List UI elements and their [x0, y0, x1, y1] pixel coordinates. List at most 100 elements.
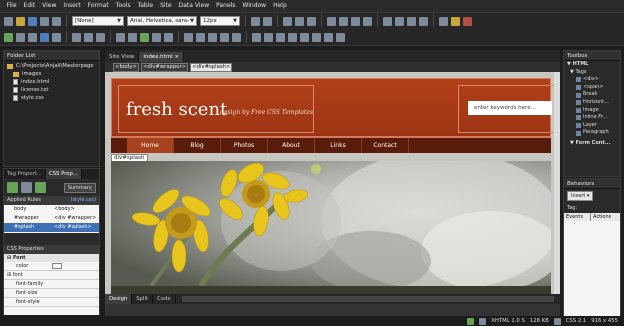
wrap-left-icon[interactable] [300, 32, 309, 42]
toolbox-item-image[interactable]: Image [564, 107, 620, 115]
size-select[interactable]: 12px ▼ [200, 16, 240, 26]
tree-item-images[interactable]: images [7, 70, 96, 78]
spelling-icon[interactable] [116, 32, 125, 42]
show-categorized-icon[interactable] [7, 182, 18, 193]
insert-table-icon[interactable] [16, 32, 25, 42]
doctype-status[interactable]: XHTML 1.0 S [491, 318, 525, 324]
italic-icon[interactable] [295, 16, 304, 26]
cut-icon[interactable] [72, 32, 81, 42]
horizontal-scrollbar[interactable] [181, 296, 554, 302]
nav-home[interactable]: Home [127, 138, 174, 153]
tab-index-html[interactable]: index.html × [139, 52, 185, 62]
color-swatch[interactable] [52, 263, 62, 269]
toolbox-subgroup-tags[interactable]: ▼ Tags [564, 69, 620, 77]
page-size-status[interactable]: 916 x 455 [591, 318, 618, 324]
publish-icon[interactable] [4, 32, 13, 42]
tab-site-view[interactable]: Site View [105, 52, 140, 62]
rule-row[interactable]: #wrapper <div #wrapper> [4, 214, 99, 223]
rule-row-selected[interactable]: #splash <div #splash> [4, 223, 99, 232]
events-column-header[interactable]: Events [564, 213, 591, 221]
browser-icon[interactable] [553, 317, 561, 325]
nav-links[interactable]: Links [315, 138, 362, 153]
refresh-icon[interactable] [140, 32, 149, 42]
nav-blog[interactable]: Blog [174, 138, 221, 153]
show-alphabetical-icon[interactable] [21, 182, 32, 193]
root-folder[interactable]: C:\Projects\Anjali\Masterpage [7, 62, 96, 70]
insert-image-icon[interactable] [40, 32, 49, 42]
vertical-scrollbar[interactable] [554, 72, 560, 294]
send-backward-icon[interactable] [288, 32, 297, 42]
code-view-button[interactable]: Code [153, 294, 176, 304]
menu-help[interactable]: Help [270, 0, 291, 12]
show-set-properties-icon[interactable] [35, 182, 46, 193]
toolbox-item-break[interactable]: Break [564, 91, 620, 99]
underline-icon[interactable] [307, 16, 316, 26]
menu-file[interactable]: File [3, 0, 20, 12]
property-row[interactable]: font-size [4, 289, 99, 298]
font-select[interactable]: Arial, Helvetica, sans-seri▼ [127, 16, 197, 33]
property-row[interactable]: font-family [4, 280, 99, 289]
menu-view[interactable]: View [39, 0, 60, 12]
design-view-button[interactable]: Design [105, 294, 133, 304]
table-split-cells-icon[interactable] [220, 32, 229, 42]
menu-panels[interactable]: Panels [213, 0, 239, 12]
paste-icon[interactable] [96, 32, 105, 42]
align-center-icon[interactable] [339, 16, 348, 26]
tag-div-splash[interactable]: <div#splash> [190, 62, 233, 72]
layer-icon[interactable] [252, 32, 261, 42]
close-icon[interactable]: × [174, 54, 179, 60]
toolbox-item-layer[interactable]: Layer [564, 122, 620, 130]
toolbox-item-inline-frame[interactable]: Inline Fr... [564, 114, 620, 122]
property-row[interactable]: font-style [4, 298, 99, 307]
stylesheet-link[interactable]: (style.css) [71, 196, 96, 205]
table-insert-row-icon[interactable] [184, 32, 193, 42]
property-row[interactable]: ⊞ font [4, 271, 99, 280]
menu-format[interactable]: Format [84, 0, 112, 12]
preview-icon[interactable] [52, 16, 61, 26]
nav-about[interactable]: About [268, 138, 315, 153]
print-icon[interactable] [40, 16, 49, 26]
menu-tools[interactable]: Tools [112, 0, 134, 12]
menu-edit[interactable]: Edit [20, 0, 39, 12]
search-input[interactable]: enter keywords here... [468, 101, 552, 115]
insert-layer-icon[interactable] [28, 32, 37, 42]
design-view[interactable]: fresh scent design by Free CSS Templates… [105, 72, 560, 294]
toolbox-item-horizontal-line[interactable]: Horizont... [564, 99, 620, 107]
rule-row[interactable]: body <body> [4, 205, 99, 214]
table-merge-cells-icon[interactable] [208, 32, 217, 42]
menu-window[interactable]: Window [239, 0, 270, 12]
indent-icon[interactable] [419, 16, 428, 26]
css-level-status[interactable]: CSS 2.1 [566, 318, 587, 324]
align-left-icon[interactable] [327, 16, 336, 26]
highlight-icon[interactable] [451, 16, 460, 26]
tag-body[interactable]: <body> [113, 62, 139, 72]
table-insert-column-icon[interactable] [196, 32, 205, 42]
tree-item-license[interactable]: license.txt [7, 86, 96, 94]
property-row[interactable]: color [4, 262, 99, 271]
rotate-icon[interactable] [336, 32, 345, 42]
nav-photos[interactable]: Photos [221, 138, 268, 153]
bold-icon[interactable] [283, 16, 292, 26]
summary-button[interactable]: Summary [63, 182, 96, 193]
undo-icon[interactable] [251, 16, 260, 26]
bullet-list-icon[interactable] [395, 16, 404, 26]
show-code-icon[interactable] [152, 32, 161, 42]
tree-item-style[interactable]: style.css [7, 94, 96, 102]
toolbox-item-span[interactable]: <span> [564, 84, 620, 92]
show-design-icon[interactable] [164, 32, 173, 42]
tab-tag-properties[interactable]: Tag Propert... [4, 169, 46, 179]
bring-forward-icon[interactable] [276, 32, 285, 42]
tag-div-wrapper[interactable]: <div#wrapper> [140, 62, 189, 72]
insert-dropdown[interactable]: Insert ▾ [567, 191, 594, 201]
menu-site[interactable]: Site [157, 0, 176, 12]
actions-column-header[interactable]: Actions [591, 213, 611, 221]
crop-icon[interactable] [324, 32, 333, 42]
tab-css-properties[interactable]: CSS Prop... [45, 169, 82, 179]
save-icon[interactable] [28, 16, 37, 26]
new-page-icon[interactable] [4, 16, 13, 26]
toolbox-item-div[interactable]: <div> [564, 76, 620, 84]
style-select[interactable]: [None] ▼ [72, 16, 124, 26]
font-group-row[interactable]: ⊟ Font [4, 254, 99, 262]
toolbox-item-paragraph[interactable]: Paragraph [564, 129, 620, 137]
justify-icon[interactable] [363, 16, 372, 26]
